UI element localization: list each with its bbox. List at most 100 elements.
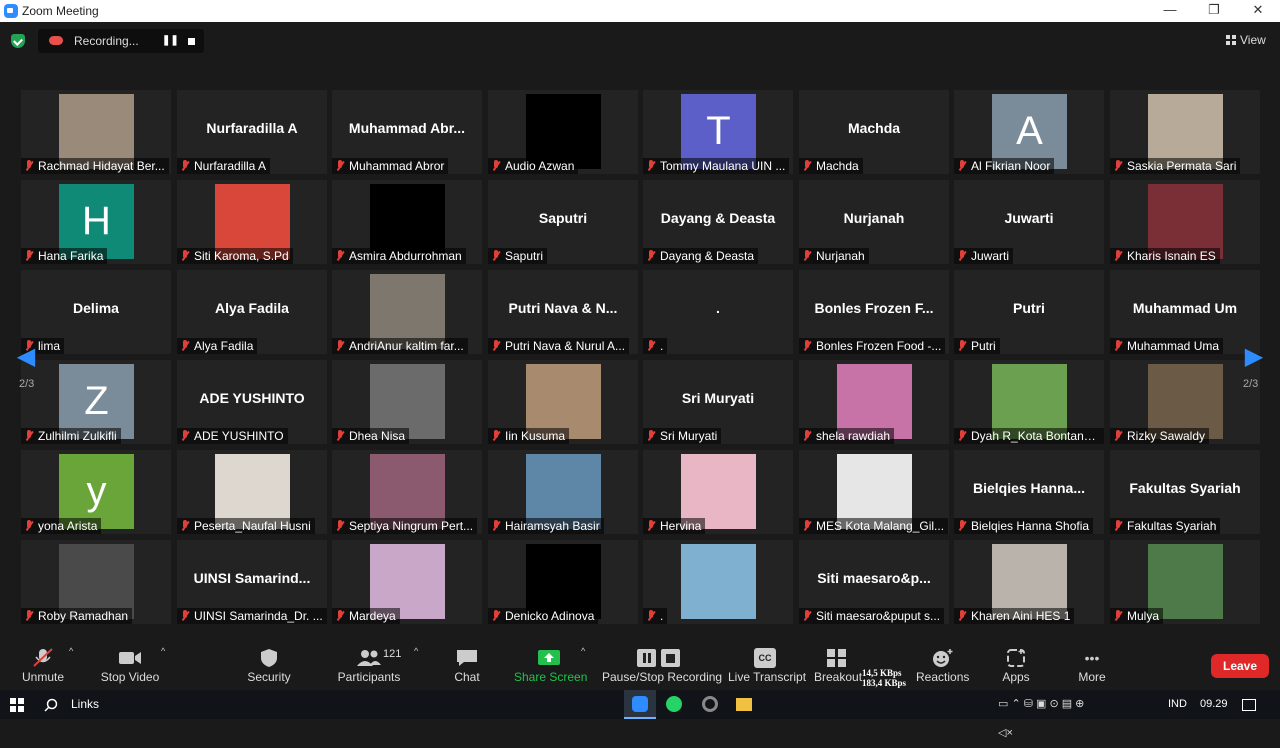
participant-tile[interactable]: Siti maesaro&p... Siti maesaro&puput s... (799, 540, 949, 624)
participant-tile[interactable]: H Hana Farika (21, 180, 171, 264)
participant-tile[interactable]: . (643, 540, 793, 624)
view-button[interactable]: View (1226, 33, 1266, 47)
participants-button[interactable]: Participants (336, 638, 402, 690)
participant-name: . (660, 609, 664, 623)
audio-options-caret[interactable]: ^ (69, 646, 73, 656)
participant-name: lima (38, 339, 61, 353)
unmute-button[interactable]: Unmute (14, 638, 72, 690)
participant-tile[interactable]: Dhea Nisa (332, 360, 482, 444)
participant-tile[interactable]: Rizky Sawaldy (1110, 360, 1260, 444)
pause-recording-icon[interactable]: ❚❚ (162, 35, 179, 46)
stop-video-button[interactable]: Stop Video (98, 638, 162, 690)
participant-tile[interactable]: Denicko Adinova (488, 540, 638, 624)
participant-tile[interactable]: Bonles Frozen F... Bonles Frozen Food -..… (799, 270, 949, 354)
participant-tile[interactable]: Z Zulhilmi Zulkifli (21, 360, 171, 444)
participant-tile[interactable]: Dyah R_Kota Bontang... (954, 360, 1104, 444)
apps-button[interactable]: Apps (998, 638, 1034, 690)
participant-tile[interactable]: T Tommy Maulana UIN ... (643, 90, 793, 174)
muted-mic-icon (181, 520, 189, 531)
taskbar-search-label[interactable]: Links (71, 690, 99, 719)
participant-tile[interactable]: Muhammad Abr... Muhammad Abror (332, 90, 482, 174)
participant-tile[interactable]: shela rawdiah (799, 360, 949, 444)
participant-tile[interactable]: A Al Fikrian Noor (954, 90, 1104, 174)
stop-recording-icon[interactable] (188, 38, 195, 45)
video-options-caret[interactable]: ^ (161, 646, 165, 656)
participant-tile[interactable]: Delima lima (21, 270, 171, 354)
share-options-caret[interactable]: ^ (581, 646, 585, 656)
participant-name-label: Juwarti (954, 248, 1014, 264)
participant-tile[interactable]: Roby Ramadhan (21, 540, 171, 624)
participant-tile[interactable]: Kharen Aini HES 1 (954, 540, 1104, 624)
leave-button[interactable]: Leave (1211, 654, 1269, 678)
participant-tile[interactable]: .. (643, 270, 793, 354)
taskbar-file-explorer-icon[interactable] (736, 690, 752, 719)
participant-name: Denicko Adinova (505, 609, 595, 623)
participant-tile[interactable]: Hervina (643, 450, 793, 534)
notifications-icon[interactable] (1242, 690, 1256, 719)
language-indicator[interactable]: IND (1168, 690, 1187, 719)
participant-name: Kharis Isnain ES (1127, 249, 1216, 263)
encryption-shield-icon[interactable] (11, 34, 25, 48)
participant-tile[interactable]: Asmira Abdurrohman (332, 180, 482, 264)
minimize-button[interactable]: — (1148, 0, 1192, 22)
restore-button[interactable]: ❐ (1192, 0, 1236, 22)
participant-tile[interactable]: Saskia Permata Sari (1110, 90, 1260, 174)
participant-tile[interactable]: Machda Machda (799, 90, 949, 174)
participant-tile[interactable]: Rachmad Hidayat Ber... (21, 90, 171, 174)
participant-tile[interactable]: Sri Muryati Sri Muryati (643, 360, 793, 444)
muted-mic-icon (647, 250, 655, 261)
participant-tile[interactable]: Mulya (1110, 540, 1260, 624)
participant-name: MES Kota Malang_Gil... (816, 519, 945, 533)
unmute-label: Unmute (21, 670, 65, 684)
participant-tile[interactable]: Audio Azwan (488, 90, 638, 174)
participant-name: Dyah R_Kota Bontang... (971, 429, 1101, 443)
participant-tile[interactable]: Muhammad Um Muhammad Uma (1110, 270, 1260, 354)
participant-tile[interactable]: Peserta_Naufal Husni (177, 450, 327, 534)
participant-tile[interactable]: Siti Karoma, S.Pd (177, 180, 327, 264)
meeting-toolbar: Unmute ^ Stop Video ^ Security Participa… (0, 638, 1280, 690)
breakout-rooms-button[interactable]: Breakout (814, 638, 862, 690)
participant-tile[interactable]: Septiya Ningrum Pert... (332, 450, 482, 534)
participant-tile[interactable]: Dayang & Deasta Dayang & Deasta (643, 180, 793, 264)
participant-tile[interactable]: MES Kota Malang_Gil... (799, 450, 949, 534)
participant-tile[interactable]: Hairamsyah Basir (488, 450, 638, 534)
reactions-button[interactable]: Reactions (916, 638, 969, 690)
participant-tile[interactable]: Saputri Saputri (488, 180, 638, 264)
participant-name-label: Siti Karoma, S.Pd (177, 248, 293, 264)
participant-tile[interactable]: Fakultas Syariah Fakultas Syariah (1110, 450, 1260, 534)
participant-tile[interactable]: Kharis Isnain ES (1110, 180, 1260, 264)
participant-tile[interactable]: UINSI Samarind... UINSI Samarinda_Dr. ... (177, 540, 327, 624)
participant-name-label: Fakultas Syariah (1110, 518, 1221, 534)
participant-tile[interactable]: Putri Nava & N... Putri Nava & Nurul A... (488, 270, 638, 354)
windows-start-icon[interactable] (10, 690, 24, 719)
taskbar-search-icon[interactable] (44, 690, 58, 719)
participant-tile[interactable]: Nurjanah Nurjanah (799, 180, 949, 264)
participant-tile[interactable]: Nurfaradilla A Nurfaradilla A (177, 90, 327, 174)
taskbar-whatsapp-icon[interactable] (666, 690, 682, 719)
participant-tile[interactable]: Mardeya (332, 540, 482, 624)
chat-button[interactable]: Chat (448, 638, 486, 690)
share-screen-button[interactable]: Share Screen (514, 638, 587, 690)
live-transcript-button[interactable]: CC Live Transcript (728, 638, 806, 690)
system-tray-icons[interactable]: ▭ ⌃ ⛁ ▣ ⊙ ▤ ⊕ ◁× (998, 690, 1098, 739)
pause-stop-recording-button[interactable]: Pause/Stop Recording (602, 638, 722, 690)
more-button[interactable]: ••• More (1072, 638, 1112, 690)
participant-tile[interactable]: Putri Putri (954, 270, 1104, 354)
participant-tile[interactable]: ADE YUSHINTO ADE YUSHINTO (177, 360, 327, 444)
participant-tile[interactable]: Bielqies Hanna... Bielqies Hanna Shofia (954, 450, 1104, 534)
participant-tile[interactable]: Iin Kusuma (488, 360, 638, 444)
close-button[interactable]: ✕ (1236, 0, 1280, 22)
participant-tile[interactable]: Juwarti Juwarti (954, 180, 1104, 264)
security-button[interactable]: Security (243, 638, 295, 690)
clock[interactable]: 09.29 (1200, 690, 1228, 719)
muted-mic-icon (803, 430, 811, 441)
participant-tile[interactable]: Alya Fadila Alya Fadila (177, 270, 327, 354)
participant-tile[interactable]: AndriAnur kaltim far... (332, 270, 482, 354)
participant-tile[interactable]: y yona Arista (21, 450, 171, 534)
muted-mic-icon (647, 340, 655, 351)
participant-name: Audio Azwan (505, 159, 575, 173)
taskbar-zoom-app[interactable] (624, 690, 656, 719)
taskbar-chrome-icon[interactable] (702, 690, 718, 719)
participants-options-caret[interactable]: ^ (414, 646, 418, 656)
participant-display-name: Delima (73, 300, 119, 316)
